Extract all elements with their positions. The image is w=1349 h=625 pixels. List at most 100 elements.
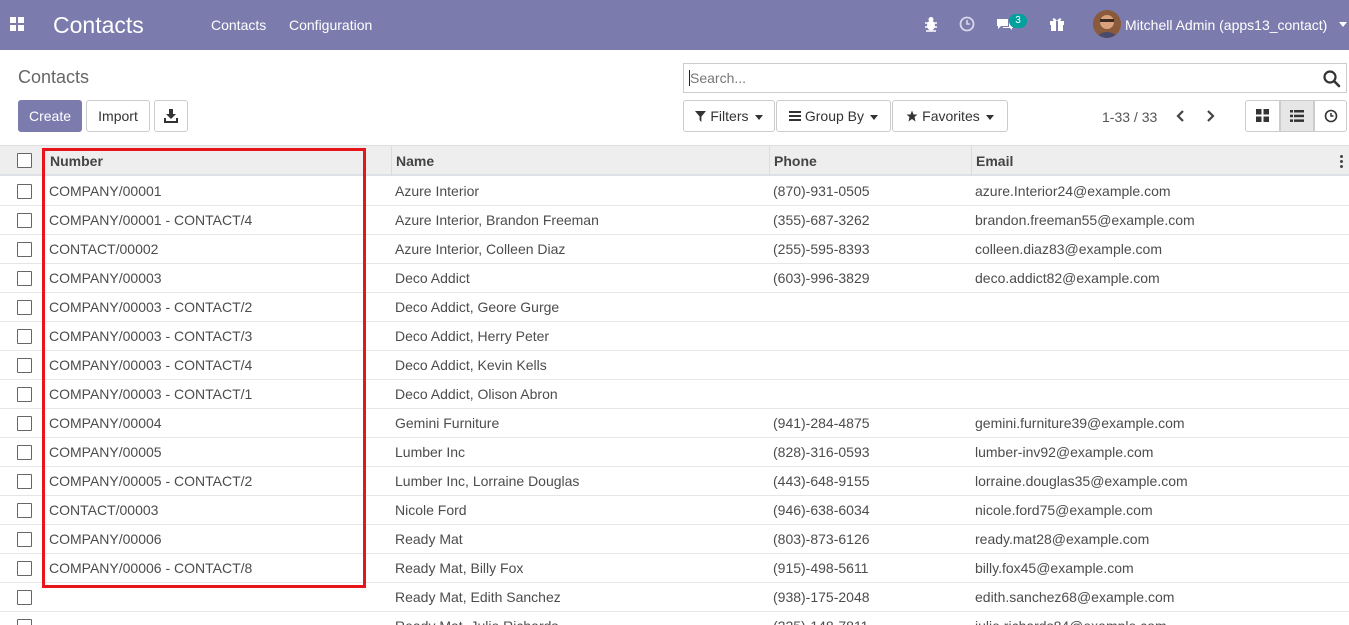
search-bar[interactable] (683, 63, 1347, 93)
filters-button[interactable]: Filters (683, 100, 775, 132)
column-divider (769, 146, 770, 176)
cell-email: gemini.furniture39@example.com (975, 415, 1185, 431)
row-checkbox[interactable] (17, 590, 32, 605)
cell-phone: (938)-175-2048 (773, 589, 870, 605)
row-checkbox[interactable] (17, 387, 32, 402)
filters-label: Filters (710, 108, 749, 124)
cell-phone: (870)-931-0505 (773, 183, 870, 199)
row-checkbox[interactable] (17, 329, 32, 344)
highlight-box (42, 148, 366, 588)
bars-icon (788, 111, 801, 121)
row-checkbox[interactable] (17, 474, 32, 489)
row-checkbox[interactable] (17, 503, 32, 518)
cell-email: lumber-inv92@example.com (975, 444, 1154, 460)
search-icon[interactable] (1322, 69, 1342, 89)
chevron-down-icon (870, 114, 879, 120)
row-checkbox[interactable] (17, 271, 32, 286)
cell-name: Gemini Furniture (395, 415, 500, 431)
cell-phone: (803)-873-6126 (773, 531, 870, 547)
cell-name: Deco Addict, Kevin Kells (395, 357, 547, 373)
row-checkbox[interactable] (17, 619, 32, 625)
favorites-button[interactable]: Favorites (892, 100, 1008, 132)
list-view-button[interactable] (1280, 100, 1314, 132)
cell-phone: (946)-638-6034 (773, 502, 870, 518)
select-all-checkbox[interactable] (17, 153, 32, 168)
star-icon (906, 110, 918, 122)
cell-phone: (255)-595-8393 (773, 241, 870, 257)
column-header-name[interactable]: Name (396, 152, 434, 170)
cell-name: Ready Mat, Billy Fox (395, 560, 524, 576)
export-button[interactable] (154, 100, 188, 132)
cell-phone: (443)-648-9155 (773, 473, 870, 489)
filter-icon (695, 111, 707, 122)
cell-email: edith.sanchez68@example.com (975, 589, 1175, 605)
cell-name: Azure Interior, Brandon Freeman (395, 212, 599, 228)
cell-name: Azure Interior, Colleen Diaz (395, 241, 566, 257)
column-divider (971, 146, 972, 176)
activity-view-button[interactable] (1314, 100, 1347, 132)
user-avatar[interactable] (1093, 10, 1121, 38)
cell-email: ready.mat28@example.com (975, 531, 1150, 547)
column-header-phone[interactable]: Phone (774, 152, 817, 170)
group-by-button[interactable]: Group By (776, 100, 891, 132)
cell-name: Deco Addict, Olison Abron (395, 386, 558, 402)
list-icon (1290, 110, 1304, 122)
chevron-right-icon[interactable] (1200, 106, 1220, 126)
clock-icon[interactable] (957, 14, 977, 34)
row-checkbox[interactable] (17, 561, 32, 576)
cell-name: Ready Mat (395, 531, 463, 547)
table-row[interactable]: Ready Mat, Julie Richards (225)-148-7811 j… (0, 612, 1349, 625)
bug-icon[interactable] (921, 14, 941, 34)
cell-email: deco.addict82@example.com (975, 270, 1160, 286)
optional-columns-icon[interactable] (1340, 155, 1343, 168)
apps-menu-icon[interactable] (10, 17, 24, 31)
row-checkbox[interactable] (17, 242, 32, 257)
chevron-left-icon[interactable] (1171, 106, 1191, 126)
cell-email: billy.fox45@example.com (975, 560, 1134, 576)
cell-name: Deco Addict, Herry Peter (395, 328, 550, 344)
cell-email: julie.richards84@example.com (975, 618, 1167, 625)
cell-email: lorraine.douglas35@example.com (975, 473, 1188, 489)
cell-name: Deco Addict (395, 270, 470, 286)
download-icon (164, 109, 178, 123)
pager-value[interactable]: 1-33 / 33 (1102, 108, 1157, 126)
cell-email: nicole.ford75@example.com (975, 502, 1153, 518)
column-divider (391, 146, 392, 176)
cell-phone: (603)-996-3829 (773, 270, 870, 286)
row-checkbox[interactable] (17, 184, 32, 199)
menu-configuration[interactable]: Configuration (289, 16, 372, 34)
cell-email: azure.Interior24@example.com (975, 183, 1171, 199)
row-checkbox[interactable] (17, 300, 32, 315)
create-button[interactable]: Create (18, 100, 82, 132)
breadcrumb: Contacts (18, 67, 90, 87)
cell-email: brandon.freeman55@example.com (975, 212, 1195, 228)
cell-phone: (828)-316-0593 (773, 444, 870, 460)
column-header-email[interactable]: Email (976, 152, 1013, 170)
cell-phone: (941)-284-4875 (773, 415, 870, 431)
row-checkbox[interactable] (17, 213, 32, 228)
group-by-label: Group By (804, 108, 865, 124)
row-checkbox[interactable] (17, 445, 32, 460)
chevron-down-icon (754, 114, 763, 120)
chevron-down-icon (985, 114, 994, 120)
menu-contacts[interactable]: Contacts (211, 16, 266, 34)
row-checkbox[interactable] (17, 416, 32, 431)
user-menu[interactable]: Mitchell Admin (apps13_contact) (1125, 16, 1327, 34)
gift-icon[interactable] (1047, 14, 1067, 34)
cell-name: Ready Mat, Julie Richards (395, 618, 558, 625)
cell-email: colleen.diaz83@example.com (975, 241, 1162, 257)
import-button[interactable]: Import (86, 100, 150, 132)
cell-name: Deco Addict, Geore Gurge (395, 299, 560, 315)
row-checkbox[interactable] (17, 532, 32, 547)
cell-phone: (355)-687-3262 (773, 212, 870, 228)
cell-name: Ready Mat, Edith Sanchez (395, 589, 561, 605)
chevron-down-icon[interactable] (1339, 22, 1347, 27)
cell-phone: (915)-498-5611 (773, 560, 869, 576)
cell-name: Nicole Ford (395, 502, 467, 518)
kanban-view-button[interactable] (1245, 100, 1280, 132)
row-checkbox[interactable] (17, 358, 32, 373)
favorites-label: Favorites (922, 108, 980, 124)
cell-name: Azure Interior (395, 183, 480, 199)
search-input[interactable] (690, 69, 1310, 87)
clock-icon (1324, 109, 1337, 123)
